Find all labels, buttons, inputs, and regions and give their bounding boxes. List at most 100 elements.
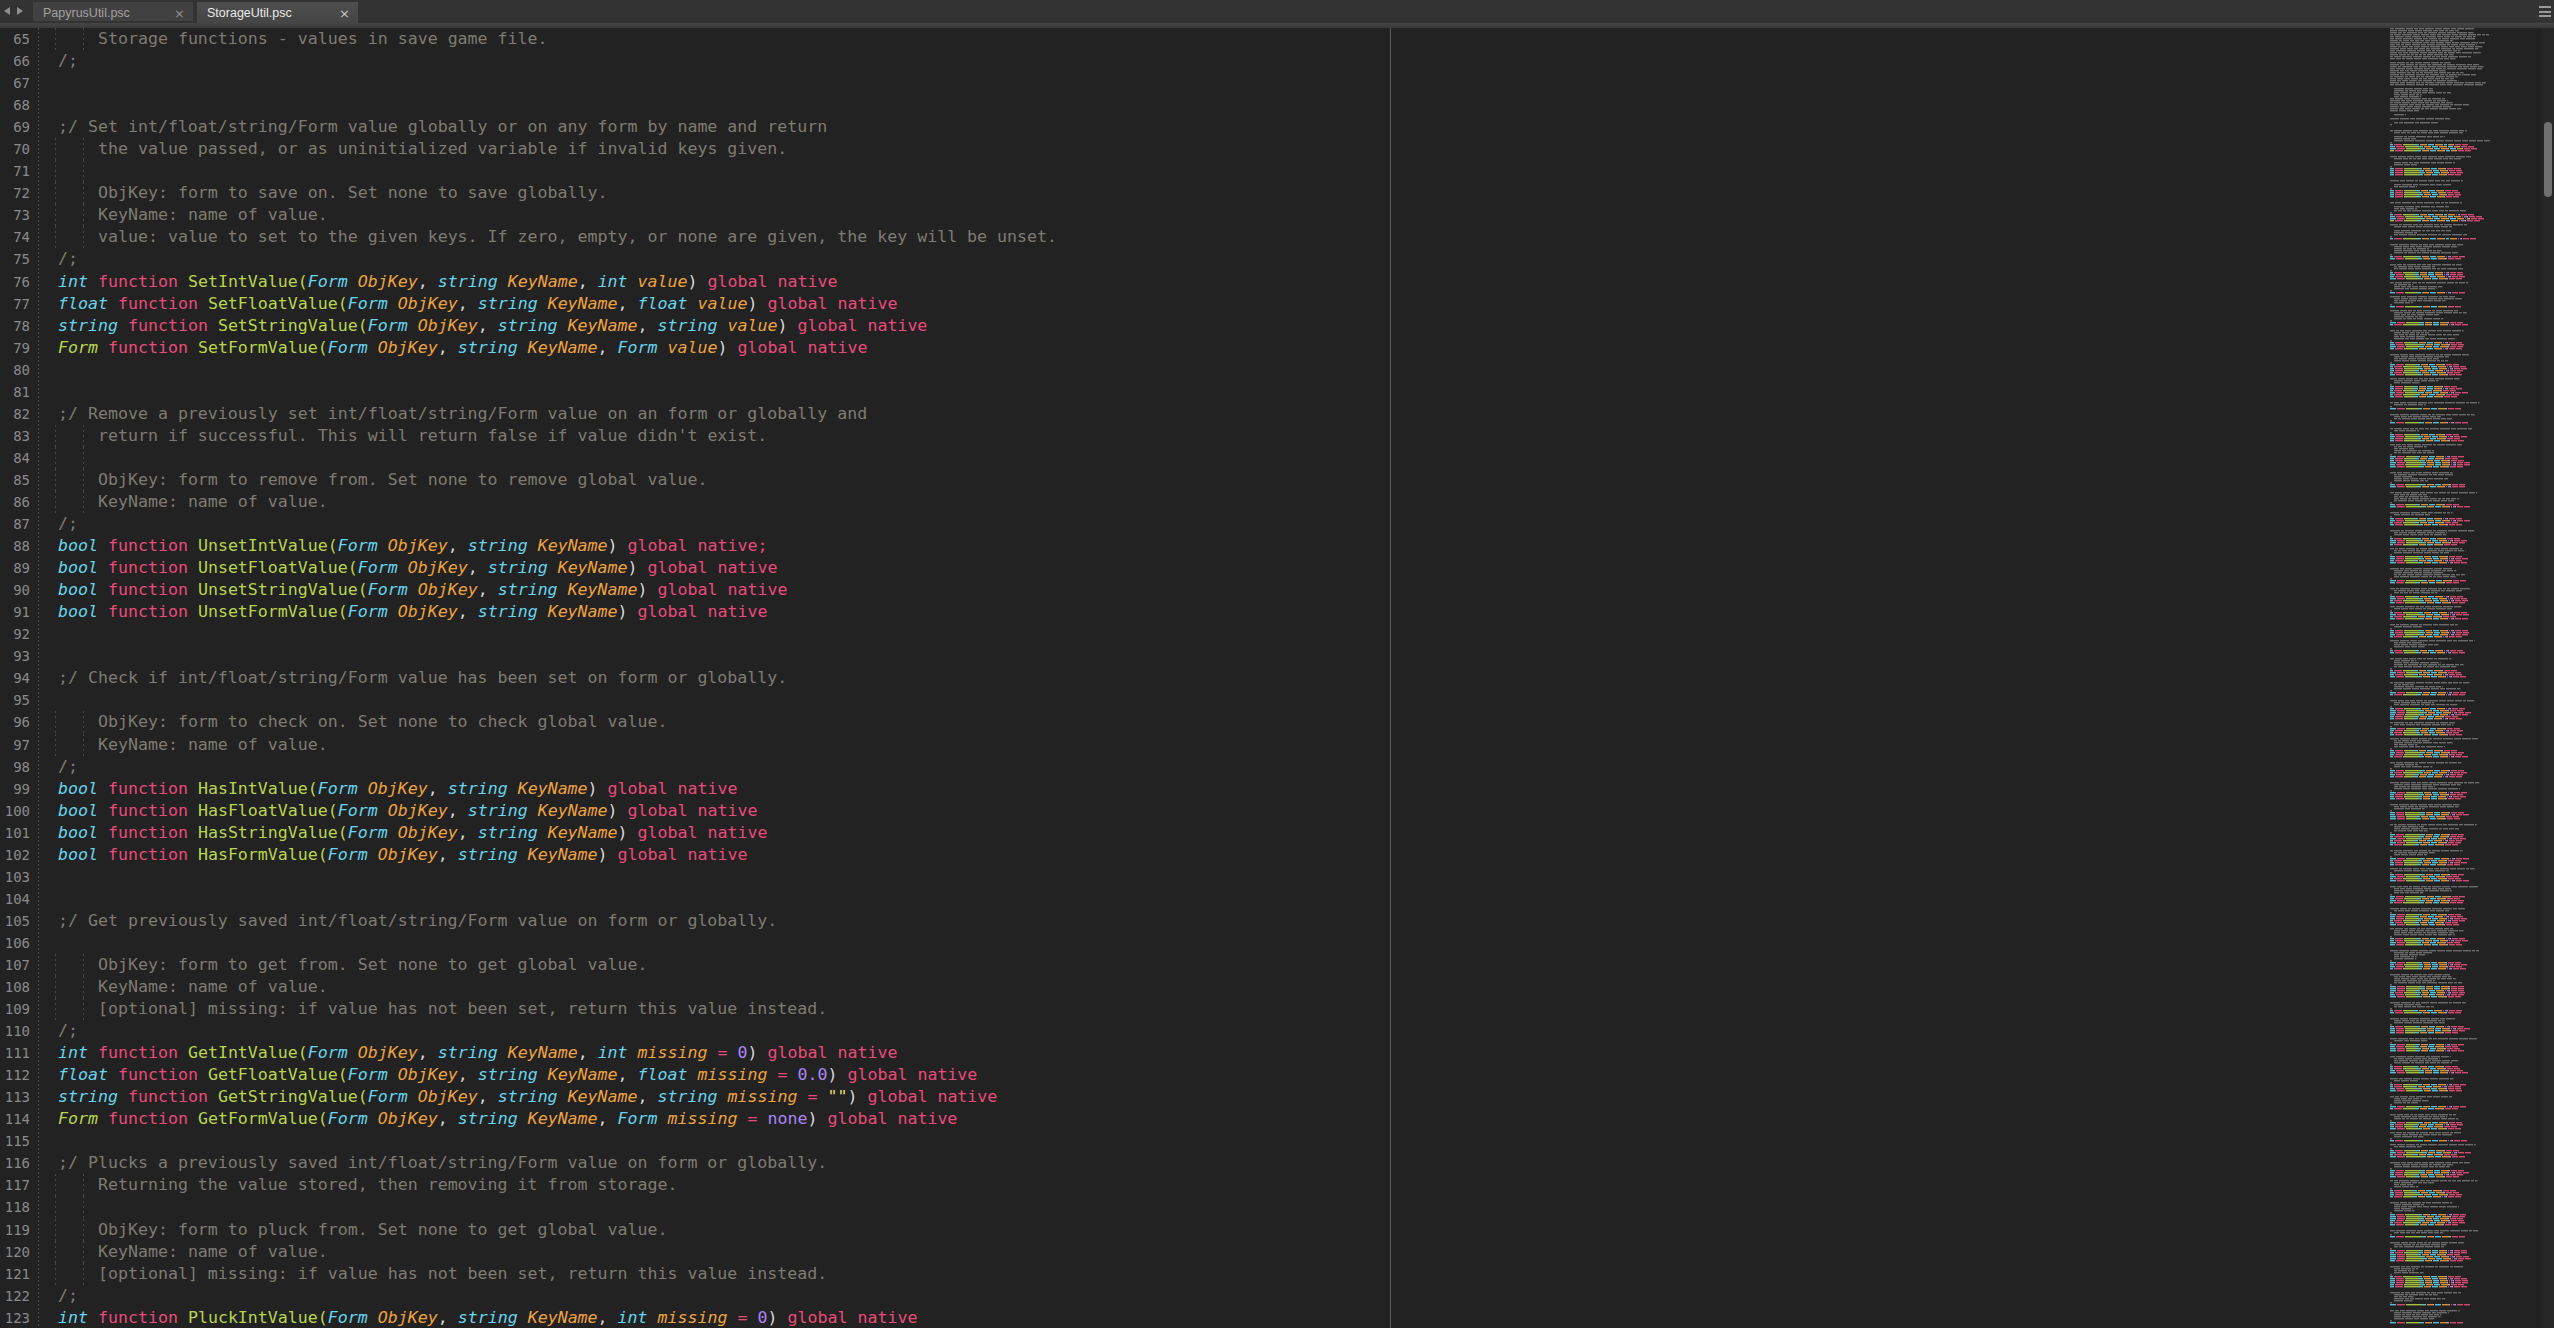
indent-guide [55,1241,56,1263]
code-line[interactable]: 68 [0,94,2534,116]
code-line[interactable]: 94;/ Check if int/float/string/Form valu… [0,667,2534,689]
code-line[interactable]: 86 KeyName: name of value. [0,491,2534,513]
code-line[interactable]: 75 /; [0,248,2534,270]
code-line[interactable]: 73 KeyName: name of value. [0,204,2534,226]
code-line[interactable]: 101bool function HasStringValue(Form Obj… [0,822,2534,844]
line-number: 97 [0,734,30,756]
code-text: bool function HasFormValue(Form ObjKey, … [58,844,748,866]
code-line[interactable]: 117 Returning the value stored, then rem… [0,1174,2534,1196]
code-text: value: value to set to the given keys. I… [58,226,1057,248]
line-number: 96 [0,711,30,733]
indent-guide [55,425,56,447]
code-line[interactable]: 96 ObjKey: form to check on. Set none to… [0,711,2534,733]
code-line[interactable]: 66/; [0,50,2534,72]
line-number: 93 [0,645,30,667]
line-number: 85 [0,469,30,491]
code-text: [optional] missing: if value has not bee… [58,998,827,1020]
line-number: 121 [0,1263,30,1285]
code-line[interactable]: 93 [0,645,2534,667]
indent-guide [83,447,84,469]
code-area[interactable]: 65 Storage functions - values in save ga… [0,28,2534,1328]
minimap[interactable] [2388,28,2536,1328]
code-line[interactable]: 91bool function UnsetFormValue(Form ObjK… [0,601,2534,623]
line-number: 116 [0,1152,30,1174]
code-line[interactable]: 81 [0,381,2534,403]
code-line[interactable]: 71 [0,160,2534,182]
code-line[interactable]: 107 ObjKey: form to get from. Set none t… [0,954,2534,976]
code-line[interactable]: 69;/ Set int/float/string/Form value glo… [0,116,2534,138]
code-line[interactable]: 108 KeyName: name of value. [0,976,2534,998]
scrollbar[interactable] [2542,28,2554,1328]
code-line[interactable]: 100bool function HasFloatValue(Form ObjK… [0,800,2534,822]
code-line[interactable]: 85 ObjKey: form to remove from. Set none… [0,469,2534,491]
code-line[interactable]: 109 [optional] missing: if value has not… [0,998,2534,1020]
line-number: 118 [0,1196,30,1218]
code-line[interactable]: 80 [0,359,2534,381]
code-line[interactable]: 111int function GetIntValue(Form ObjKey,… [0,1042,2534,1064]
code-line[interactable]: 90bool function UnsetStringValue(Form Ob… [0,579,2534,601]
code-line[interactable]: 99bool function HasIntValue(Form ObjKey,… [0,778,2534,800]
code-line[interactable]: 88bool function UnsetIntValue(Form ObjKe… [0,535,2534,557]
line-number: 73 [0,204,30,226]
code-line[interactable]: 98/; [0,756,2534,778]
line-number: 87 [0,513,30,535]
line-number: 68 [0,94,30,116]
line-number: 83 [0,425,30,447]
code-line[interactable]: 97 KeyName: name of value. [0,734,2534,756]
code-line[interactable]: 106 [0,932,2534,954]
scrollbar-thumb[interactable] [2544,122,2552,197]
code-line[interactable]: 95 [0,689,2534,711]
tab-list-icon[interactable] [2539,6,2551,17]
code-line[interactable]: 65 Storage functions - values in save ga… [0,28,2534,50]
line-number: 66 [0,50,30,72]
code-line[interactable]: 76int function SetIntValue(Form ObjKey, … [0,271,2534,293]
code-line[interactable]: 74 value: value to set to the given keys… [0,226,2534,248]
code-line[interactable]: 104 [0,888,2534,910]
tab-storageutil[interactable]: StorageUtil.psc × [197,2,358,23]
code-line[interactable]: 102bool function HasFormValue(Form ObjKe… [0,844,2534,866]
indent-guide [83,1196,84,1218]
tab-papyrusutil[interactable]: PapyrusUtil.psc × [33,2,193,21]
code-line[interactable]: 119 ObjKey: form to pluck from. Set none… [0,1219,2534,1241]
code-line[interactable]: 113string function GetStringValue(Form O… [0,1086,2534,1108]
indent-guide [55,138,56,160]
code-line[interactable]: 82;/ Remove a previously set int/float/s… [0,403,2534,425]
code-text: /; [58,513,78,535]
code-line[interactable]: 70 the value passed, or as uninitialized… [0,138,2534,160]
tab-storageutil-label: StorageUtil.psc [207,6,292,20]
code-line[interactable]: 84 [0,447,2534,469]
tab-scroll-right-icon[interactable] [17,7,23,15]
code-line[interactable]: 123int function PluckIntValue(Form ObjKe… [0,1307,2534,1328]
code-line[interactable]: 121 [optional] missing: if value has not… [0,1263,2534,1285]
tab-scroll-left-icon[interactable] [4,7,10,15]
code-line[interactable]: 67 [0,72,2534,94]
code-text: /; [58,248,78,270]
code-line[interactable]: 110/; [0,1020,2534,1042]
code-line[interactable]: 105;/ Get previously saved int/float/str… [0,910,2534,932]
code-line[interactable]: 83 return if successful. This will retur… [0,425,2534,447]
line-number: 78 [0,315,30,337]
code-line[interactable]: 87 /; [0,513,2534,535]
code-line[interactable]: 89bool function UnsetFloatValue(Form Obj… [0,557,2534,579]
tab-storageutil-close-icon[interactable]: × [339,3,350,25]
code-line[interactable]: 72 ObjKey: form to save on. Set none to … [0,182,2534,204]
code-line[interactable]: 103 [0,866,2534,888]
code-text: int function PluckIntValue(Form ObjKey, … [58,1307,917,1328]
code-line[interactable]: 77float function SetFloatValue(Form ObjK… [0,293,2534,315]
code-line[interactable]: 92 [0,623,2534,645]
code-line[interactable]: 118 [0,1196,2534,1218]
code-line[interactable]: 112float function GetFloatValue(Form Obj… [0,1064,2534,1086]
code-line[interactable]: 120 KeyName: name of value. [0,1241,2534,1263]
code-line[interactable]: 114Form function GetFormValue(Form ObjKe… [0,1108,2534,1130]
code-line[interactable]: 116;/ Plucks a previously saved int/floa… [0,1152,2534,1174]
line-number: 67 [0,72,30,94]
code-line[interactable]: 115 [0,1130,2534,1152]
line-number: 75 [0,248,30,270]
indent-guide [55,1196,56,1218]
code-line[interactable]: 122/; [0,1285,2534,1307]
tab-papyrusutil-close-icon[interactable]: × [174,3,185,25]
line-number: 112 [0,1064,30,1086]
code-line[interactable]: 79Form function SetFormValue(Form ObjKey… [0,337,2534,359]
line-number: 114 [0,1108,30,1130]
code-line[interactable]: 78string function SetStringValue(Form Ob… [0,315,2534,337]
